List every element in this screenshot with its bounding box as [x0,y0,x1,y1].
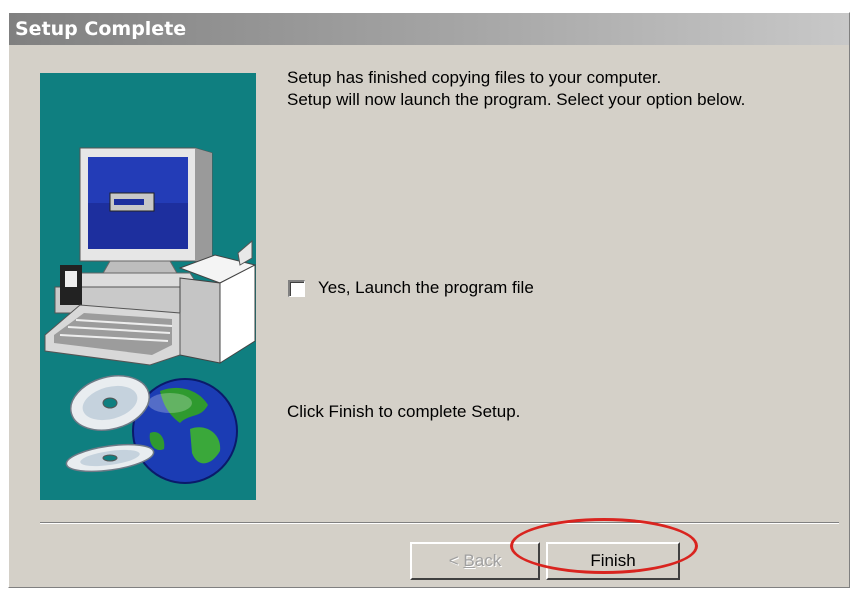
keyboard-icon [44,304,181,366]
illustration-svg [44,147,256,484]
finish-button[interactable]: Finish [546,542,680,580]
title-bar[interactable]: Setup Complete [9,13,849,45]
back-button-mnemonic: B [463,551,475,570]
button-separator [40,522,839,524]
launch-program-checkbox[interactable] [288,279,305,297]
launch-program-option[interactable]: Yes, Launch the program file [288,277,534,299]
status-message-line1: Setup has finished copying files to your… [287,68,662,87]
back-button[interactable]: < Back [410,542,540,580]
status-message-line2: Setup will now launch the program. Selec… [287,90,746,109]
setup-illustration [40,73,256,500]
finish-instruction: Click Finish to complete Setup. [287,402,521,421]
computer-monitor-icon [79,147,213,276]
window-title: Setup Complete [15,18,187,40]
launch-program-label[interactable]: Yes, Launch the program file [318,278,534,298]
setup-dialog: Setup Complete Setup has finished copyin… [8,12,850,588]
back-button-prefix: < [448,551,464,570]
back-button-rest: ack [474,551,502,570]
finish-button-label: Finish [590,551,636,570]
